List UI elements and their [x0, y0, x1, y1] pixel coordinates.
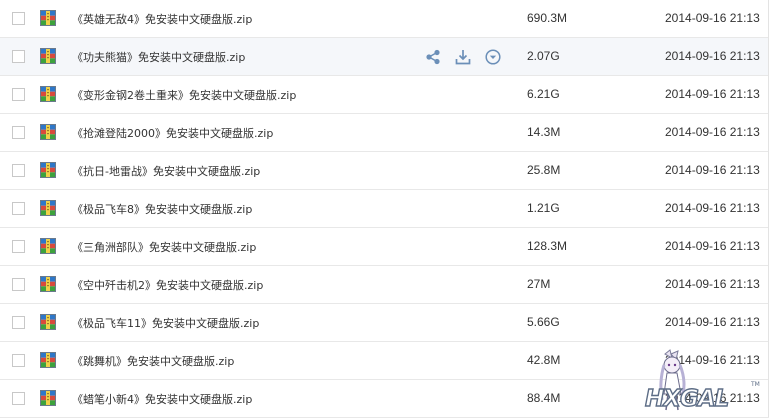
file-row[interactable]: 《极品飞车8》免安装中文硬盘版.zip 1.21G 2014-09-16 21:13: [0, 190, 769, 228]
file-select-checkbox[interactable]: [12, 88, 25, 101]
file-select-checkbox[interactable]: [12, 354, 25, 367]
file-size: 27M: [527, 277, 551, 291]
file-row[interactable]: 《极品飞车11》免安装中文硬盘版.zip 5.66G 2014-09-16 21:1…: [0, 304, 769, 342]
zip-file-icon: [40, 276, 56, 292]
zip-file-icon: [40, 200, 56, 216]
file-size: 690.3M: [527, 11, 568, 25]
zip-file-icon: [40, 390, 56, 406]
file-name[interactable]: 《抗日-地雷战》免安装中文硬盘版.zip: [72, 163, 260, 179]
file-modified-date: 2014-09-16 21:13: [665, 49, 760, 63]
zip-file-icon: [40, 238, 56, 254]
file-select-checkbox[interactable]: [12, 278, 25, 291]
file-size: 128.3M: [527, 239, 568, 253]
zip-file-icon: [40, 162, 56, 178]
file-modified-date: 2014-09-16 21:13: [665, 87, 760, 101]
zip-file-icon: [40, 86, 56, 102]
file-select-checkbox[interactable]: [12, 202, 25, 215]
file-name[interactable]: 《功夫熊猫》免安装中文硬盘版.zip: [72, 49, 245, 65]
file-modified-date: 2014-09-16 21:13: [665, 125, 760, 139]
file-size: 6.21G: [527, 87, 560, 101]
file-row[interactable]: 《空中歼击机2》免安装中文硬盘版.zip 27M 2014-09-16 21:13: [0, 266, 769, 304]
file-name[interactable]: 《抢滩登陆2000》免安装中文硬盘版.zip: [72, 125, 273, 141]
file-name[interactable]: 《空中歼击机2》免安装中文硬盘版.zip: [72, 277, 263, 293]
file-name[interactable]: 《极品飞车8》免安装中文硬盘版.zip: [72, 201, 252, 217]
file-row[interactable]: 《功夫熊猫》免安装中文硬盘版.zip 2.07G 2014-09-16 21:13: [0, 38, 769, 76]
more-dropdown-icon[interactable]: [484, 48, 502, 66]
file-size: 88.4M: [527, 391, 561, 405]
site-watermark: HXGAL TM: [644, 349, 760, 413]
file-row[interactable]: 《抢滩登陆2000》免安装中文硬盘版.zip 14.3M 2014-09-16 21…: [0, 114, 769, 152]
file-select-checkbox[interactable]: [12, 50, 25, 63]
file-name[interactable]: 《三角洲部队》免安装中文硬盘版.zip: [72, 239, 256, 255]
zip-file-icon: [40, 48, 56, 64]
file-size: 25.8M: [527, 163, 561, 177]
file-name[interactable]: 《极品飞车11》免安装中文硬盘版.zip: [72, 315, 259, 331]
file-modified-date: 2014-09-16 21:13: [665, 277, 760, 291]
file-select-checkbox[interactable]: [12, 12, 25, 25]
zip-file-icon: [40, 352, 56, 368]
watermark-text: HXGAL: [645, 386, 729, 412]
file-name[interactable]: 《跳舞机》免安装中文硬盘版.zip: [72, 353, 234, 369]
file-name[interactable]: 《蜡笔小新4》免安装中文硬盘版.zip: [72, 391, 252, 407]
file-modified-date: 2014-09-16 21:13: [665, 201, 760, 215]
zip-file-icon: [40, 10, 56, 26]
zip-file-icon: [40, 314, 56, 330]
file-size: 2.07G: [527, 49, 560, 63]
file-select-checkbox[interactable]: [12, 240, 25, 253]
file-modified-date: 2014-09-16 21:13: [665, 315, 760, 329]
file-size: 5.66G: [527, 315, 560, 329]
file-modified-date: 2014-09-16 21:13: [665, 163, 760, 177]
file-modified-date: 2014-09-16 21:13: [665, 11, 760, 25]
file-row[interactable]: 《抗日-地雷战》免安装中文硬盘版.zip 25.8M 2014-09-16 21:1…: [0, 152, 769, 190]
file-select-checkbox[interactable]: [12, 126, 25, 139]
file-name[interactable]: 《英雄无敌4》免安装中文硬盘版.zip: [72, 11, 252, 27]
file-size: 1.21G: [527, 201, 560, 215]
file-modified-date: 2014-09-16 21:13: [665, 239, 760, 253]
file-size: 42.8M: [527, 353, 561, 367]
file-select-checkbox[interactable]: [12, 164, 25, 177]
download-icon[interactable]: [454, 48, 472, 66]
file-name[interactable]: 《变形金钢2卷土重来》免安装中文硬盘版.zip: [72, 87, 296, 103]
file-row[interactable]: 《变形金钢2卷土重来》免安装中文硬盘版.zip 6.21G 2014-09-16 2…: [0, 76, 769, 114]
zip-file-icon: [40, 124, 56, 140]
file-size: 14.3M: [527, 125, 561, 139]
share-icon[interactable]: [424, 48, 442, 66]
file-row[interactable]: 《三角洲部队》免安装中文硬盘版.zip 128.3M 2014-09-16 21:1…: [0, 228, 769, 266]
file-select-checkbox[interactable]: [12, 316, 25, 329]
file-select-checkbox[interactable]: [12, 392, 25, 405]
watermark-trademark: TM: [750, 381, 760, 388]
file-row[interactable]: 《英雄无敌4》免安装中文硬盘版.zip 690.3M 2014-09-16 21:1…: [0, 0, 769, 38]
